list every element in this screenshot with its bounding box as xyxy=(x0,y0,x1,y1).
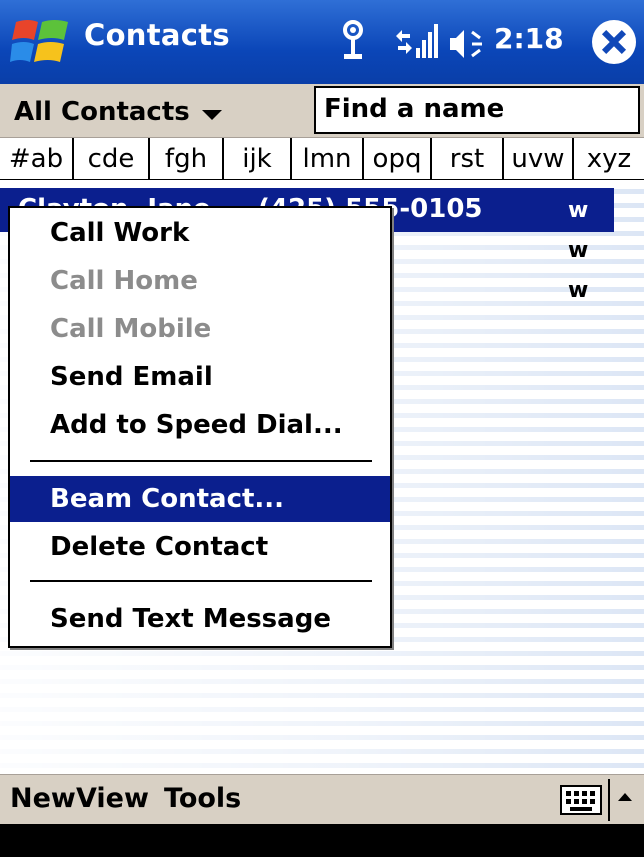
menu-item-delete-contact[interactable]: Delete Contact xyxy=(10,524,390,570)
sip-arrow-up-icon[interactable] xyxy=(618,793,632,801)
alpha-tab[interactable]: fgh xyxy=(150,138,224,179)
bottom-menu-bar: New View Tools xyxy=(0,774,644,824)
contact-phone-type: w xyxy=(568,198,589,223)
alpha-tab[interactable]: opq xyxy=(364,138,432,179)
alpha-tab[interactable]: rst xyxy=(432,138,504,179)
menu-item-call-work[interactable]: Call Work xyxy=(10,210,390,256)
menu-item-beam-contact[interactable]: Beam Contact... xyxy=(10,476,390,522)
app-title: Contacts xyxy=(84,18,230,52)
pocket-pc-screen: Contacts 2:18 All Contacts Find a name #… xyxy=(0,0,644,857)
alpha-tab[interactable]: #ab xyxy=(0,138,74,179)
close-button[interactable] xyxy=(592,20,636,64)
menu-separator xyxy=(30,580,372,582)
windows-start-icon[interactable] xyxy=(10,16,72,68)
contact-phone-type: w xyxy=(568,238,589,263)
keyboard-icon[interactable] xyxy=(560,785,602,815)
sip-divider xyxy=(608,779,610,821)
antenna-icon[interactable] xyxy=(338,18,368,64)
dropdown-arrow-icon xyxy=(201,110,222,120)
menu-view[interactable]: View xyxy=(76,783,149,814)
alpha-tab[interactable]: cde xyxy=(74,138,150,179)
contact-phone-type: w xyxy=(568,278,589,303)
category-dropdown[interactable]: All Contacts xyxy=(14,92,222,132)
speaker-icon[interactable] xyxy=(448,26,488,62)
menu-item-call-mobile: Call Mobile xyxy=(50,314,212,344)
menu-item-add-speed-dial[interactable]: Add to Speed Dial... xyxy=(10,402,390,448)
menu-item-call-home: Call Home xyxy=(50,266,198,296)
contact-context-menu: Call Work Call Home Call Mobile Send Ema… xyxy=(8,206,392,648)
alpha-tab[interactable]: uvw xyxy=(504,138,574,179)
menu-new[interactable]: New xyxy=(10,783,76,814)
screen-bezel xyxy=(0,824,644,857)
find-name-input[interactable]: Find a name xyxy=(314,86,640,134)
alpha-tab[interactable]: ijk xyxy=(224,138,292,179)
menu-item-send-email[interactable]: Send Email xyxy=(10,354,390,400)
filter-bar: All Contacts Find a name xyxy=(0,84,644,138)
signal-strength-icon[interactable] xyxy=(394,22,438,62)
menu-separator xyxy=(30,460,372,462)
menu-tools[interactable]: Tools xyxy=(164,783,241,814)
title-bar: Contacts 2:18 xyxy=(0,0,644,84)
alpha-tab[interactable]: xyz xyxy=(574,138,644,179)
clock[interactable]: 2:18 xyxy=(494,22,564,55)
category-label: All Contacts xyxy=(14,97,190,127)
menu-item-send-text-message[interactable]: Send Text Message xyxy=(10,596,390,642)
alphabet-index-bar: #ab cde fgh ijk lmn opq rst uvw xyz xyxy=(0,138,644,180)
alpha-tab[interactable]: lmn xyxy=(292,138,364,179)
